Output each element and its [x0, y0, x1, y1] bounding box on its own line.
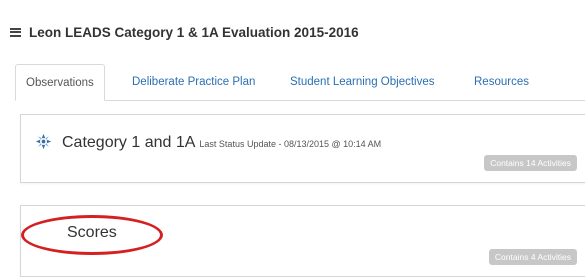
page-title: Leon LEADS Category 1 & 1A Evaluation 20…	[29, 24, 359, 40]
tab-student-learning-objectives[interactable]: Student Learning Objectives	[290, 64, 434, 100]
activities-count-badge: Contains 4 Activities	[488, 249, 577, 265]
tab-deliberate-practice-plan[interactable]: Deliberate Practice Plan	[132, 64, 255, 100]
last-status-update: Last Status Update - 08/13/2015 @ 10:14 …	[199, 139, 382, 149]
activities-count-badge: Contains 14 Activities	[484, 155, 577, 171]
activity-card-scores[interactable]: Scores Contains 4 Activities	[20, 205, 585, 277]
card-title-scores[interactable]: Scores	[67, 224, 117, 242]
hamburger-menu-icon[interactable]	[10, 27, 21, 37]
page-header: Leon LEADS Category 1 & 1A Evaluation 20…	[10, 20, 359, 44]
tab-bar: Observations Deliberate Practice Plan St…	[15, 64, 585, 101]
activity-wheel-icon	[35, 133, 52, 150]
activity-card-category[interactable]: Category 1 and 1A Last Status Update - 0…	[20, 114, 585, 183]
tab-resources[interactable]: Resources	[474, 64, 529, 100]
card-title[interactable]: Category 1 and 1A	[62, 134, 195, 152]
tab-observations[interactable]: Observations	[15, 64, 105, 101]
